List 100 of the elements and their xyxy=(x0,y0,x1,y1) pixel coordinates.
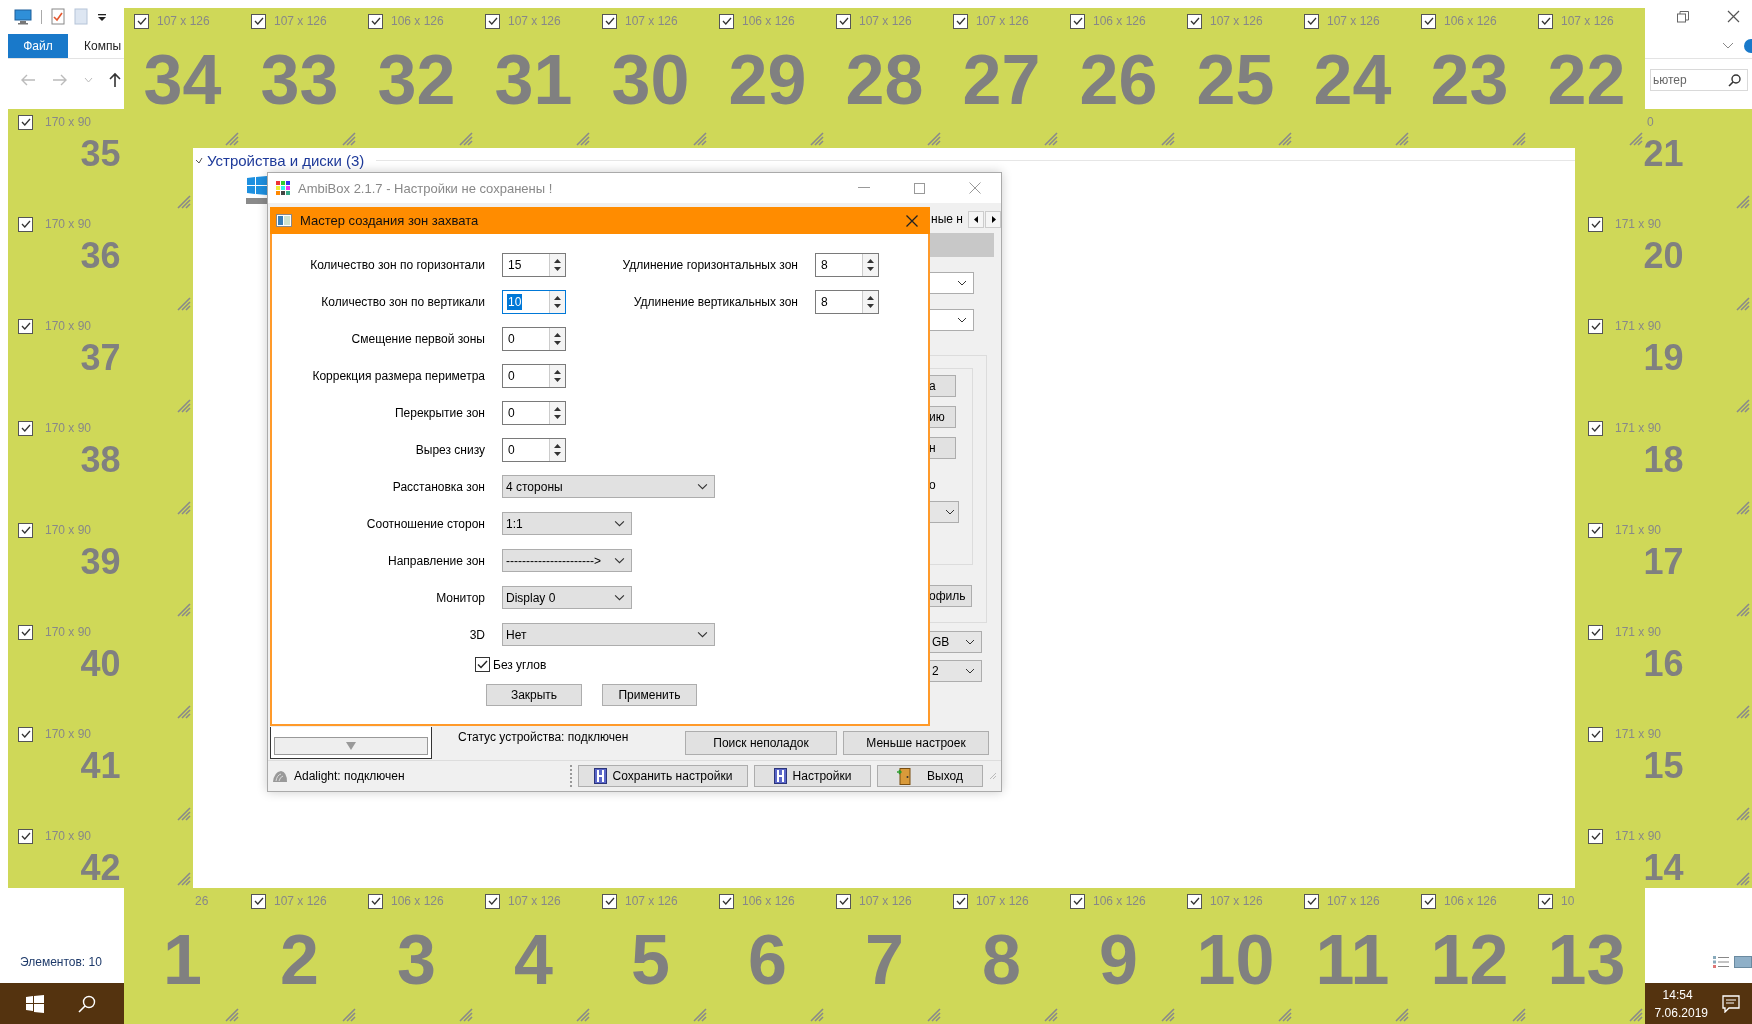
number-field[interactable]: 0 xyxy=(502,326,566,351)
close-icon[interactable] xyxy=(1727,10,1740,23)
zone-checkbox[interactable] xyxy=(953,13,968,29)
checklist-icon[interactable] xyxy=(51,8,65,25)
zone-checkbox[interactable] xyxy=(953,893,968,909)
profile-button[interactable]: офиль xyxy=(929,585,972,607)
resize-grip-icon[interactable] xyxy=(1044,132,1058,146)
restore-icon[interactable] xyxy=(1677,10,1689,23)
resize-grip-icon[interactable] xyxy=(459,1008,473,1022)
action-button[interactable]: Меньше настроек xyxy=(843,731,989,755)
resize-grip-icon[interactable] xyxy=(177,807,191,821)
ribbon-tab[interactable]: Компы xyxy=(84,38,122,53)
zone-checkbox[interactable] xyxy=(836,13,851,29)
zone-checkbox[interactable] xyxy=(368,893,383,909)
resize-grip-icon[interactable] xyxy=(1736,705,1750,719)
chevron-down-icon[interactable] xyxy=(965,668,975,674)
scroll-left-button[interactable] xyxy=(968,210,984,228)
resize-grip-icon[interactable] xyxy=(989,772,997,780)
down-arrow-icon[interactable] xyxy=(554,377,561,382)
up-arrow-icon[interactable] xyxy=(554,332,561,337)
chevron-down-icon[interactable] xyxy=(614,557,625,564)
settings-button[interactable]: Настройки xyxy=(754,765,871,787)
computer-icon[interactable] xyxy=(14,8,32,25)
resize-grip-icon[interactable] xyxy=(1629,132,1643,146)
left-triangle-icon[interactable] xyxy=(973,215,979,223)
zone-checkbox[interactable] xyxy=(1187,13,1202,29)
resize-grip-icon[interactable] xyxy=(225,1008,239,1022)
caret-icon[interactable] xyxy=(97,11,107,22)
resize-grip-icon[interactable] xyxy=(225,132,239,146)
dropdown[interactable]: ----------------------> xyxy=(502,549,632,572)
zone-checkbox[interactable] xyxy=(18,114,33,130)
zone-checkbox[interactable] xyxy=(18,522,33,538)
file-tab[interactable]: Файл xyxy=(8,33,68,58)
up-arrow-icon[interactable] xyxy=(554,369,561,374)
number-field[interactable]: 8 xyxy=(815,289,879,314)
zone-checkbox[interactable] xyxy=(1421,13,1436,29)
search-icon[interactable] xyxy=(78,994,96,1013)
number-field[interactable]: 0 xyxy=(502,437,566,462)
dialog-button[interactable]: Применить xyxy=(602,684,697,706)
resize-grip-icon[interactable] xyxy=(342,1008,356,1022)
door-icon[interactable] xyxy=(897,767,914,785)
up-arrow-icon[interactable] xyxy=(109,72,121,88)
resize-grip-icon[interactable] xyxy=(1629,1008,1643,1022)
resize-grip-icon[interactable] xyxy=(177,399,191,413)
resize-grip-icon[interactable] xyxy=(1395,1008,1409,1022)
chevron-down-icon[interactable] xyxy=(614,520,625,527)
dropdown[interactable]: Display 0 xyxy=(502,586,632,609)
zone-checkbox[interactable] xyxy=(1538,893,1553,909)
zone-checkbox[interactable] xyxy=(485,893,500,909)
zone-checkbox[interactable] xyxy=(1588,216,1603,232)
chevron-down-icon[interactable] xyxy=(697,631,708,638)
close-icon[interactable] xyxy=(906,214,918,227)
zone-checkbox[interactable] xyxy=(602,13,617,29)
chevron-down-icon[interactable] xyxy=(945,509,955,515)
up-arrow-icon[interactable] xyxy=(554,443,561,448)
down-arrow-icon[interactable] xyxy=(867,303,874,308)
partial-button[interactable]: а xyxy=(929,375,956,397)
resize-grip-icon[interactable] xyxy=(177,195,191,209)
down-arrow-icon[interactable] xyxy=(554,303,561,308)
zone-checkbox[interactable] xyxy=(602,893,617,909)
zone-checkbox[interactable] xyxy=(134,13,149,29)
action-button[interactable]: Поиск неполадок xyxy=(685,731,837,755)
resize-grip-icon[interactable] xyxy=(342,132,356,146)
resize-grip-icon[interactable] xyxy=(177,872,191,886)
down-arrow-icon[interactable] xyxy=(554,266,561,271)
zone-checkbox[interactable] xyxy=(1588,726,1603,742)
up-arrow-icon[interactable] xyxy=(867,295,874,300)
zone-checkbox[interactable] xyxy=(251,893,266,909)
resize-grip-icon[interactable] xyxy=(693,1008,707,1022)
clock-date[interactable]: 7.06.2019 xyxy=(1654,1005,1708,1020)
right-triangle-icon[interactable] xyxy=(990,215,996,223)
zone-checkbox[interactable] xyxy=(719,13,734,29)
resize-grip-icon[interactable] xyxy=(1161,1008,1175,1022)
checkbox[interactable] xyxy=(475,657,490,672)
checkbox-label[interactable]: Без углов xyxy=(493,657,547,672)
down-arrow-icon[interactable] xyxy=(867,266,874,271)
number-field[interactable]: 0 xyxy=(502,363,566,388)
scroll-right-button[interactable] xyxy=(985,210,1001,228)
resize-grip-icon[interactable] xyxy=(459,132,473,146)
zone-checkbox[interactable] xyxy=(18,726,33,742)
resize-grip-icon[interactable] xyxy=(1736,872,1750,886)
zone-checkbox[interactable] xyxy=(485,13,500,29)
dialog-button[interactable]: Закрыть xyxy=(486,684,582,706)
notification-icon[interactable] xyxy=(1722,994,1740,1013)
resize-grip-icon[interactable] xyxy=(576,1008,590,1022)
resize-grip-icon[interactable] xyxy=(1512,1008,1526,1022)
resize-grip-icon[interactable] xyxy=(177,705,191,719)
resize-grip-icon[interactable] xyxy=(693,132,707,146)
details-view-icon[interactable] xyxy=(1712,955,1730,969)
clock-time[interactable]: 14:54 xyxy=(1662,987,1693,1002)
resize-grip-icon[interactable] xyxy=(927,132,941,146)
up-arrow-icon[interactable] xyxy=(554,258,561,263)
dropdown[interactable]: Нет xyxy=(502,623,715,646)
thumbnail-view-icon[interactable] xyxy=(1734,956,1752,968)
search-icon[interactable] xyxy=(1728,73,1741,87)
resize-grip-icon[interactable] xyxy=(177,603,191,617)
exit-button[interactable]: Выход xyxy=(877,765,983,787)
resize-grip-icon[interactable] xyxy=(1278,132,1292,146)
zone-checkbox[interactable] xyxy=(836,893,851,909)
resize-grip-icon[interactable] xyxy=(1736,603,1750,617)
